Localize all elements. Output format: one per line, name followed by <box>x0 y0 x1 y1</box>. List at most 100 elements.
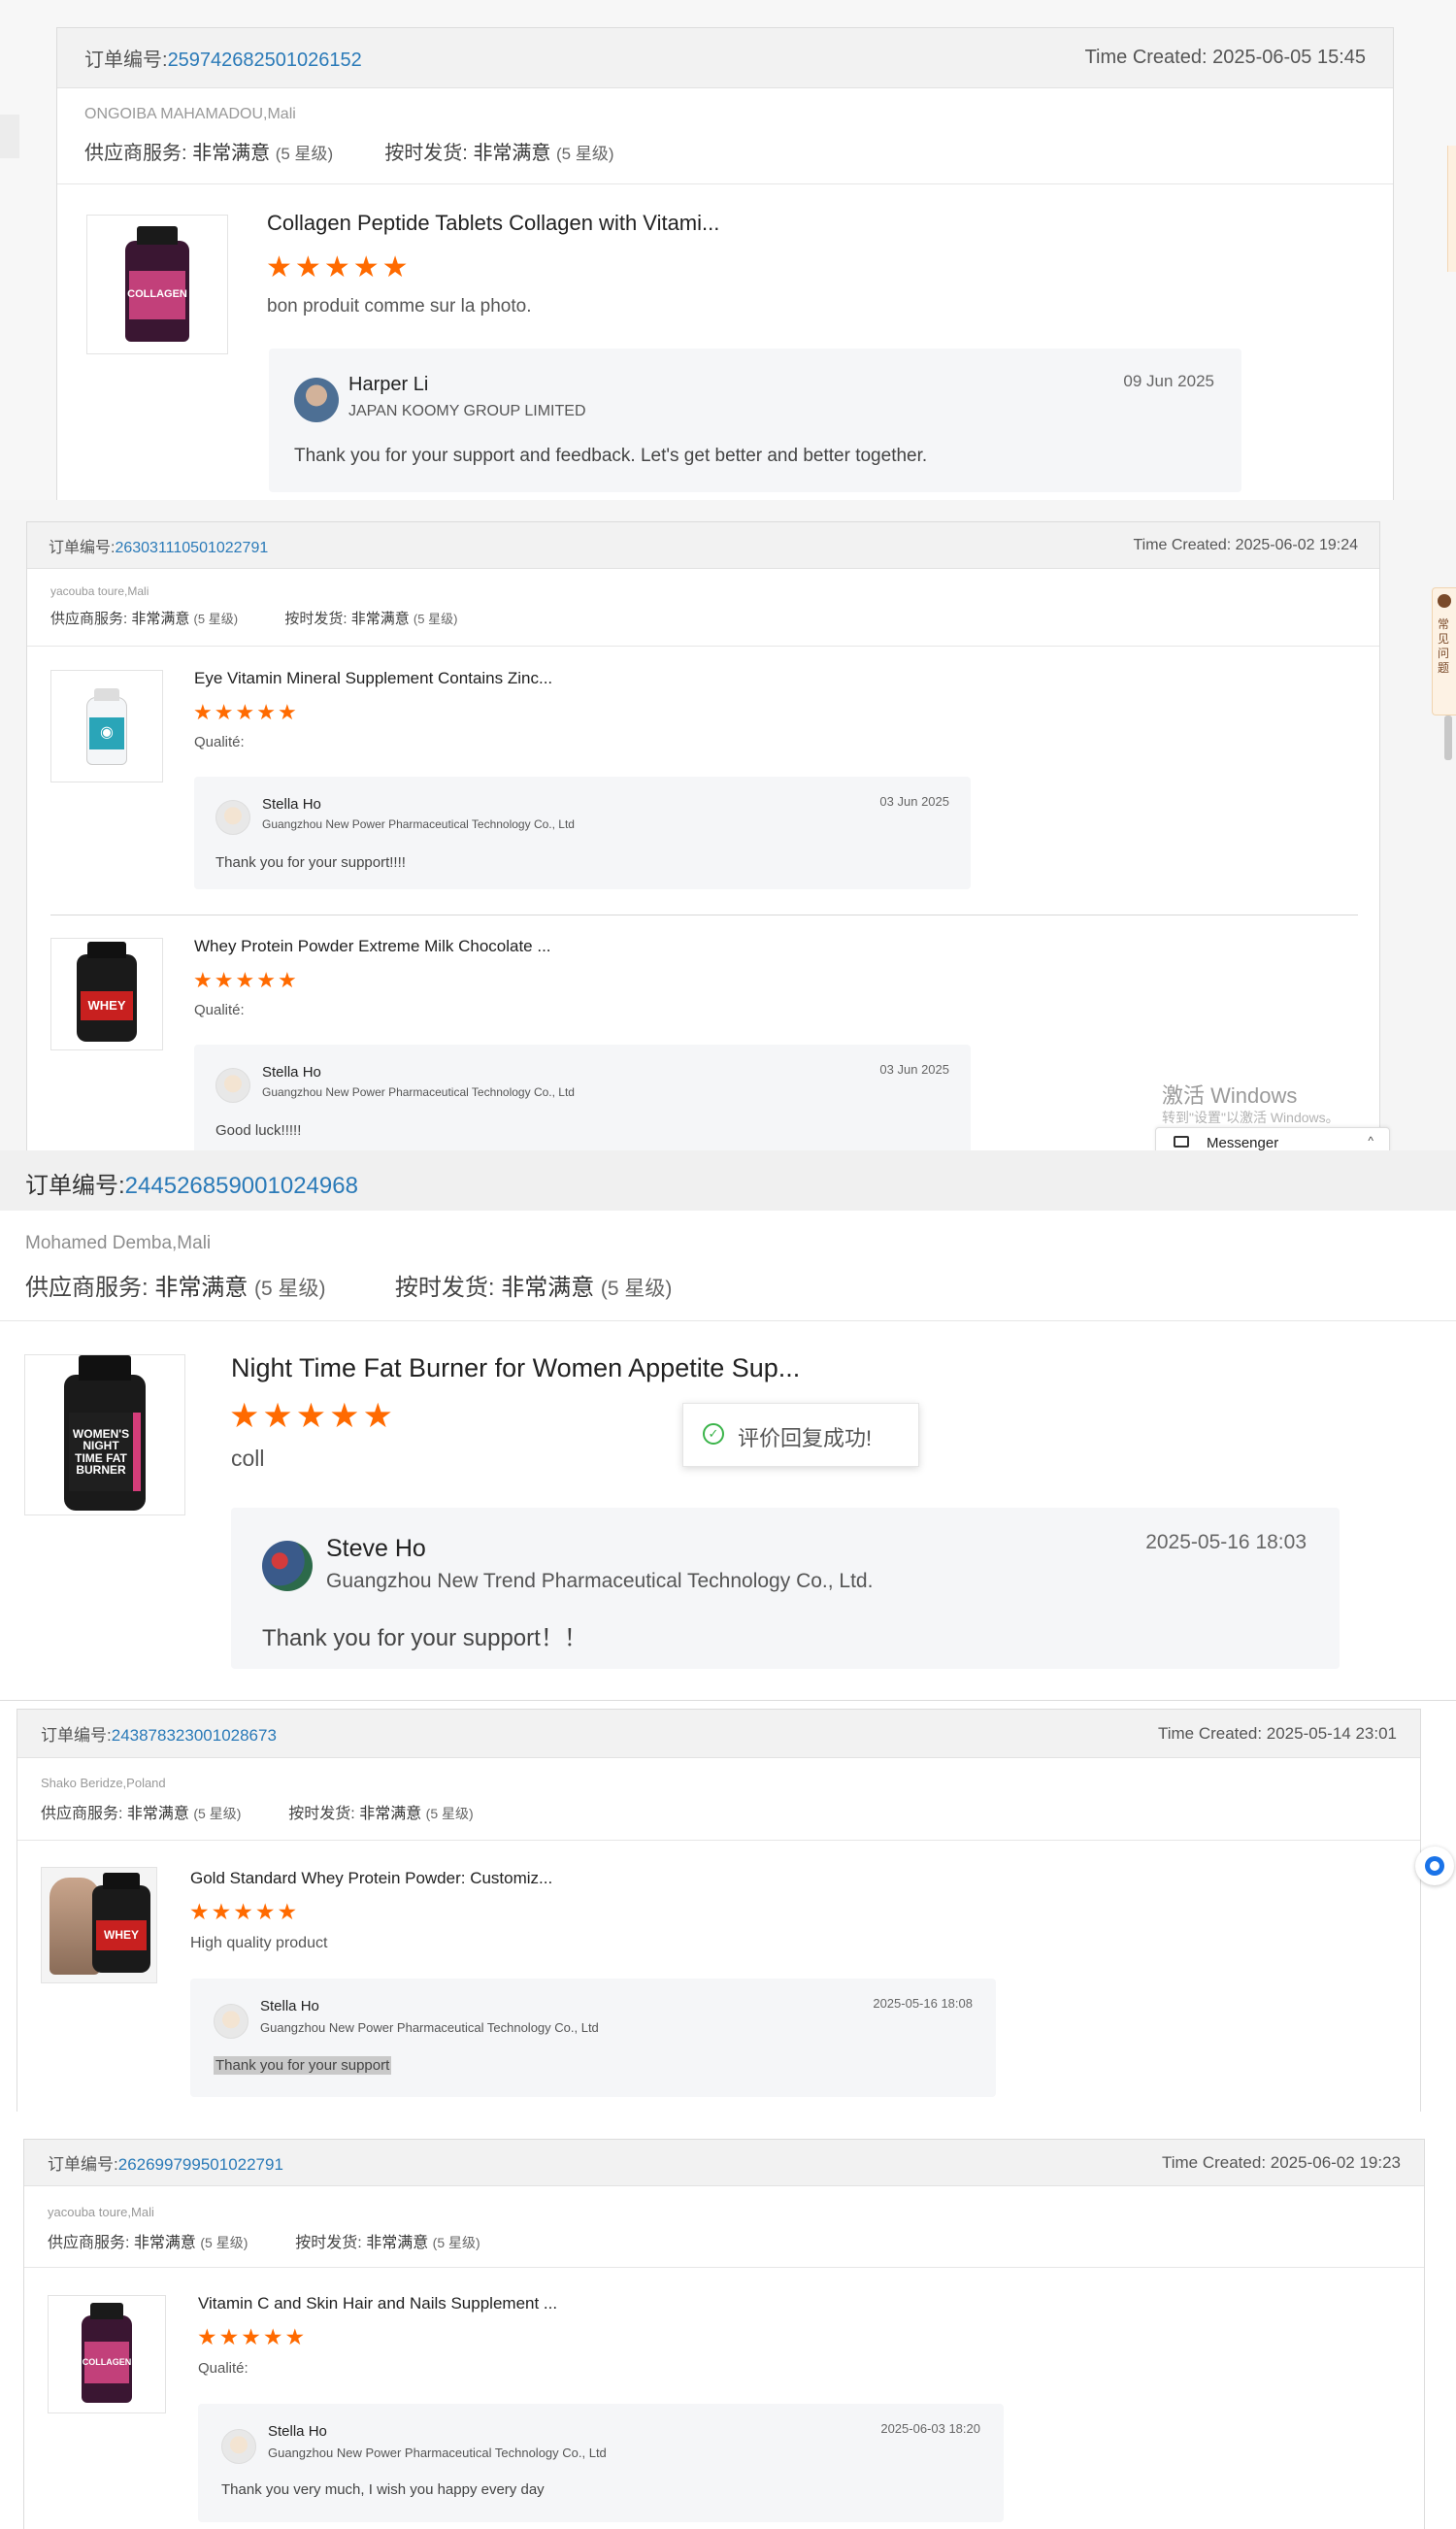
star-rating: ★ ★ ★ ★ ★ <box>193 702 297 723</box>
reply-company: Guangzhou New Power Pharmaceutical Techn… <box>268 2446 607 2460</box>
faq-label: 常见问题 <box>1438 617 1450 675</box>
star-icon: ★ <box>277 968 297 992</box>
star-icon: ★ <box>266 251 292 283</box>
star-icon: ★ <box>211 1899 232 1924</box>
reply-author: Steve Ho <box>326 1535 426 1562</box>
scrollbar-thumb[interactable] <box>1444 715 1452 760</box>
product-image[interactable]: WHEY <box>50 938 163 1050</box>
check-circle-icon: ✓ <box>703 1423 724 1445</box>
divider <box>17 1840 1420 1841</box>
product-image-label: COLLAGEN <box>127 271 187 320</box>
reply-company: Guangzhou New Power Pharmaceutical Techn… <box>260 2020 599 2035</box>
order-header: 订单编号:259742682501026152 Time Created: 20… <box>57 28 1393 88</box>
order-card: 订单编号:262699799501022791 Time Created: 20… <box>23 2139 1425 2529</box>
star-icon: ★ <box>262 1397 293 1435</box>
service-value: 非常满意 <box>192 143 271 164</box>
service-level: (5 星级) <box>275 145 334 163</box>
product-image[interactable]: WHEY <box>41 1867 157 1983</box>
chat-float-button[interactable] <box>1415 1847 1454 1885</box>
order-number-link[interactable]: 243878323001028673 <box>112 1726 277 1745</box>
rating-summary: 供应商服务: 非常满意 (5 星级) 按时发货: 非常满意 (5 星级) <box>48 2229 480 2252</box>
order-number-link[interactable]: 263031110501022791 <box>115 540 268 556</box>
reply-box: Steve Ho Guangzhou New Trend Pharmaceuti… <box>231 1508 1340 1669</box>
review-text: Qualité: <box>194 734 245 750</box>
faq-widget[interactable]: 常见问题 <box>1432 587 1456 715</box>
star-icon: ★ <box>277 700 297 724</box>
shipping-label: 按时发货: <box>384 143 468 164</box>
order-header: 订单编号:244526859001024968 <box>0 1150 1456 1211</box>
order-number: 订单编号:244526859001024968 <box>25 1166 358 1200</box>
product-title[interactable]: Whey Protein Powder Extreme Milk Chocola… <box>194 937 551 956</box>
star-icon: ★ <box>256 968 276 992</box>
product-title[interactable]: Night Time Fat Burner for Women Appetite… <box>231 1353 800 1383</box>
order-number-label: 订单编号: <box>25 1173 125 1199</box>
reply-message: Thank you for your support！！ <box>262 1625 587 1651</box>
service-label: 供应商服务: <box>48 2235 130 2251</box>
star-icon: ★ <box>295 1397 327 1435</box>
order-number-link[interactable]: 259742682501026152 <box>168 50 362 71</box>
shipping-level: (5 星级) <box>556 145 614 163</box>
order-number-link[interactable]: 244526859001024968 <box>125 1173 358 1199</box>
reply-message: Good luck!!!!! <box>215 1122 302 1139</box>
star-icon: ★ <box>189 1899 210 1924</box>
product-image[interactable]: COLLAGEN <box>48 2295 166 2413</box>
reply-date: 2025-05-16 18:08 <box>873 1996 973 2011</box>
star-icon: ★ <box>193 968 213 992</box>
star-icon: ★ <box>284 2324 306 2349</box>
divider <box>24 2267 1424 2268</box>
buyer-name: yacouba toure,Mali <box>50 584 149 598</box>
time-created: Time Created: 2025-06-02 19:24 <box>1133 536 1358 553</box>
reply-box: Stella Ho Guangzhou New Power Pharmaceut… <box>198 2404 1004 2522</box>
star-rating: ★ ★ ★ ★ ★ <box>189 1901 297 1923</box>
star-icon: ★ <box>233 1899 253 1924</box>
messenger-label: Messenger <box>1207 1135 1279 1150</box>
product-image[interactable]: ◉ <box>50 670 163 782</box>
star-rating: ★ ★ ★ ★ ★ <box>229 1399 393 1433</box>
star-icon: ★ <box>352 251 380 283</box>
shipping-label: 按时发货: <box>288 1806 355 1822</box>
order-header: 订单编号:243878323001028673 Time Created: 20… <box>17 1710 1420 1758</box>
rating-summary: 供应商服务: 非常满意 (5 星级) 按时发货: 非常满意 (5 星级) <box>41 1800 474 1823</box>
shipping-value: 非常满意 <box>473 143 551 164</box>
star-icon: ★ <box>254 1899 276 1924</box>
product-title[interactable]: Collagen Peptide Tablets Collagen with V… <box>267 211 719 236</box>
order-number-label: 订单编号: <box>48 2155 118 2174</box>
avatar <box>215 800 250 835</box>
product-image[interactable]: WOMEN'S NIGHT TIME FAT BURNER <box>24 1354 185 1515</box>
reply-author: Stella Ho <box>262 796 321 813</box>
order-number-label: 订单编号: <box>84 50 168 71</box>
reply-company: Guangzhou New Trend Pharmaceutical Techn… <box>326 1570 874 1592</box>
shipping-level: (5 星级) <box>432 2235 480 2250</box>
service-label: 供应商服务: <box>25 1275 149 1301</box>
time-created: Time Created: 2025-05-14 23:01 <box>1157 1723 1397 1743</box>
avatar <box>215 1068 250 1103</box>
service-level: (5 星级) <box>193 1806 242 1821</box>
reply-author: Harper Li <box>348 374 429 395</box>
product-title[interactable]: Eye Vitamin Mineral Supplement Contains … <box>194 669 552 688</box>
product-title[interactable]: Vitamin C and Skin Hair and Nails Supple… <box>198 2294 557 2313</box>
reply-message: Thank you for your support and feedback.… <box>294 446 928 466</box>
chevron-up-icon[interactable]: ^ <box>1368 1134 1373 1148</box>
reply-company: Guangzhou New Power Pharmaceutical Techn… <box>262 1085 575 1099</box>
star-icon: ★ <box>323 251 350 283</box>
reply-box: Stella Ho Guangzhou New Power Pharmaceut… <box>194 1045 971 1150</box>
shipping-label: 按时发货: <box>284 611 347 627</box>
messenger-bar[interactable]: Messenger ^ <box>1155 1127 1390 1150</box>
shipping-value: 非常满意 <box>350 611 410 627</box>
star-icon: ★ <box>294 251 321 283</box>
product-image[interactable]: COLLAGEN <box>86 215 228 354</box>
avatar <box>221 2429 256 2464</box>
screenshot-panel-3: 订单编号:244526859001024968 Mohamed Demba,Ma… <box>0 1150 1456 1704</box>
review-text: Qualité: <box>198 2360 248 2377</box>
screenshot-panel-5: 订单编号:262699799501022791 Time Created: 20… <box>0 2112 1456 2529</box>
review-text: High quality product <box>190 1935 328 1951</box>
product-title[interactable]: Gold Standard Whey Protein Powder: Custo… <box>190 1869 552 1888</box>
eye-icon: ◉ <box>100 724 114 742</box>
order-number: 订单编号:259742682501026152 <box>84 44 362 72</box>
order-number-link[interactable]: 262699799501022791 <box>118 2155 283 2174</box>
star-icon: ★ <box>235 700 255 724</box>
shipping-level: (5 星级) <box>413 612 458 626</box>
shipping-value: 非常满意 <box>501 1275 595 1301</box>
star-rating: ★ ★ ★ ★ ★ <box>266 253 409 283</box>
reply-message: Thank you for your support <box>214 2056 392 2075</box>
